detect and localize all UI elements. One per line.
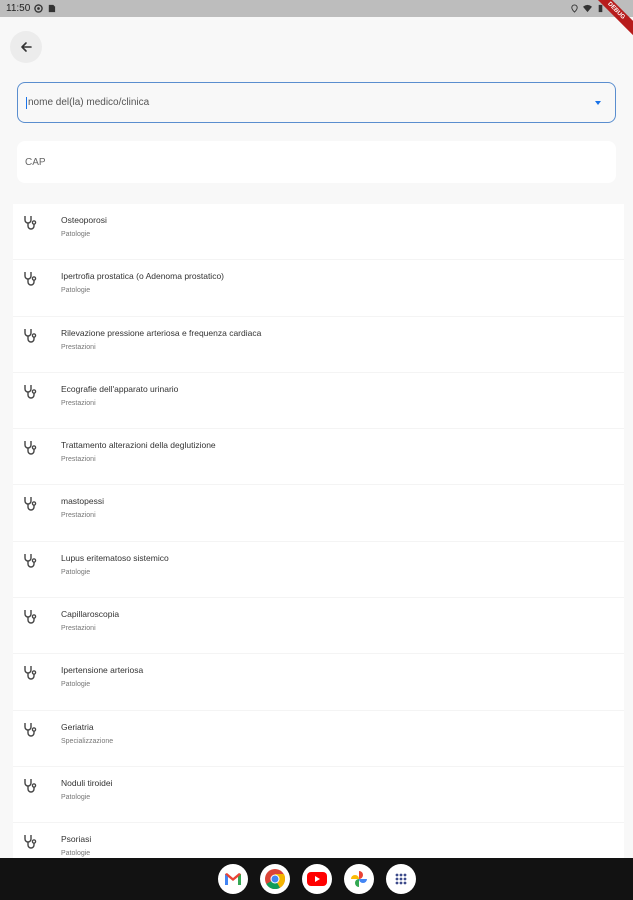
list-item-category: Patologie <box>61 568 91 576</box>
list-item-title: Trattamento alterazioni della deglutizio… <box>61 440 216 451</box>
list-item[interactable]: Lupus eritematoso sistemico Patologie <box>13 542 624 599</box>
debug-ribbon-wrap: DEBUG <box>593 0 633 40</box>
stethoscope-icon <box>13 495 61 517</box>
list-item-category: Prestazioni <box>61 343 96 351</box>
list-item-texts: Ecografie dell'apparato urinario Prestazi… <box>61 383 178 409</box>
sd-card-icon <box>49 4 56 13</box>
list-item-title: Ipertrofia prostatica (o Adenoma prostat… <box>61 271 224 282</box>
stethoscope-icon <box>13 439 61 461</box>
stethoscope-icon <box>13 383 61 405</box>
list-item[interactable]: Ecografie dell'apparato urinario Prestazi… <box>13 373 624 430</box>
stethoscope-icon <box>13 777 61 799</box>
list-item-category: Patologie <box>61 850 91 858</box>
list-item[interactable]: Noduli tiroidei Patologie <box>13 767 624 824</box>
arrow-back-icon <box>21 42 32 52</box>
list-item-title: Ipertensione arteriosa <box>61 665 144 676</box>
list-item-category: Patologie <box>61 287 91 295</box>
list-item[interactable]: Geriatria Specializzazione <box>13 711 624 767</box>
results-list: Osteoporosi Patologie Ipertrofia prostatic… <box>13 204 624 858</box>
wifi-icon <box>583 4 592 13</box>
cap-input[interactable]: CAP <box>17 141 616 183</box>
gmail-icon[interactable] <box>217 864 248 894</box>
list-item-texts: Psoriasi Patologie <box>61 833 91 858</box>
status-time: 11:50 <box>6 3 31 14</box>
app-drawer-icon[interactable] <box>385 864 416 894</box>
settings-icon <box>34 4 44 13</box>
list-item[interactable]: Psoriasi Patologie <box>13 823 624 858</box>
list-item-texts: Ipertrofia prostatica (o Adenoma prostat… <box>61 270 224 296</box>
list-item[interactable]: Trattamento alterazioni della deglutizio… <box>13 429 624 486</box>
list-item-texts: Geriatria Specializzazione <box>61 721 113 747</box>
list-item-texts: mastopessi Prestazioni <box>61 495 104 521</box>
list-item-category: Specializzazione <box>61 737 114 745</box>
list-item-category: Patologie <box>61 681 91 689</box>
list-item-texts: Lupus eritematoso sistemico Patologie <box>61 552 169 578</box>
list-item-texts: Rilevazione pressione arteriosa e freque… <box>61 327 261 353</box>
list-item-category: Prestazioni <box>61 456 96 464</box>
list-item-title: Ecografie dell'apparato urinario <box>61 383 179 394</box>
chrome-icon[interactable] <box>259 864 290 894</box>
list-item-category: Prestazioni <box>61 399 96 407</box>
taskbar <box>0 858 633 900</box>
debug-banner: DEBUG <box>593 0 633 40</box>
list-item[interactable]: Ipertensione arteriosa Patologie <box>13 654 624 711</box>
list-item-title: Capillaroscopia <box>61 609 120 620</box>
list-item-title: Osteoporosi <box>61 215 107 225</box>
stethoscope-icon <box>13 214 61 236</box>
list-item-texts: Osteoporosi Patologie <box>61 214 107 240</box>
list-item-category: Prestazioni <box>61 512 96 520</box>
status-bar: 11:50 <box>0 0 633 17</box>
cap-placeholder: CAP <box>25 156 46 168</box>
stethoscope-icon <box>13 664 61 686</box>
list-item[interactable]: Capillaroscopia Prestazioni <box>13 598 624 655</box>
list-item[interactable]: mastopessi Prestazioni <box>13 485 624 542</box>
list-item-title: Lupus eritematoso sistemico <box>61 552 169 563</box>
list-item-texts: Ipertensione arteriosa Patologie <box>61 664 143 690</box>
list-item-category: Patologie <box>61 793 91 801</box>
location-icon <box>571 4 578 13</box>
list-item-category: Prestazioni <box>61 625 96 633</box>
list-item-category: Patologie <box>61 231 91 238</box>
stethoscope-icon <box>13 608 61 630</box>
stethoscope-icon <box>13 327 61 349</box>
youtube-icon[interactable] <box>301 864 332 894</box>
list-item-title: Rilevazione pressione arteriosa e freque… <box>61 327 262 338</box>
stethoscope-icon <box>13 721 61 743</box>
list-item-title: Noduli tiroidei <box>61 777 113 788</box>
doctor-name-placeholder: nome del(la) medico/clinica <box>28 97 150 108</box>
text-caret <box>26 96 27 109</box>
list-item-texts: Noduli tiroidei Patologie <box>61 777 113 803</box>
stethoscope-icon <box>13 833 61 855</box>
list-item-texts: Capillaroscopia Prestazioni <box>61 608 119 634</box>
stethoscope-icon <box>13 552 61 574</box>
doctor-name-input[interactable]: nome del(la) medico/clinica <box>17 82 616 123</box>
list-item[interactable]: Ipertrofia prostatica (o Adenoma prostat… <box>13 260 624 317</box>
list-item-texts: Trattamento alterazioni della deglutizio… <box>61 439 216 465</box>
stethoscope-icon <box>13 270 61 292</box>
list-item[interactable]: Rilevazione pressione arteriosa e freque… <box>13 317 624 373</box>
list-item-title: mastopessi <box>61 496 104 507</box>
list-item-title: Geriatria <box>61 721 94 732</box>
back-button[interactable] <box>10 31 42 63</box>
list-item[interactable]: Osteoporosi Patologie <box>13 204 624 261</box>
dropdown-arrow-icon[interactable] <box>595 100 601 105</box>
list-item-title: Psoriasi <box>61 834 92 845</box>
photos-icon[interactable] <box>343 864 374 894</box>
